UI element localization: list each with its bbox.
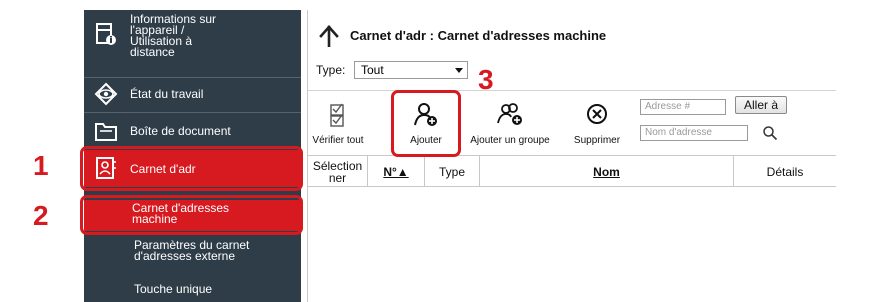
type-select[interactable]: Tout xyxy=(354,61,468,79)
column-type[interactable]: Type xyxy=(424,156,479,187)
back-arrow-icon[interactable] xyxy=(318,25,340,48)
delete-label: Supprimer xyxy=(573,135,621,146)
go-to-button[interactable]: Aller à xyxy=(735,96,787,114)
address-name-input[interactable]: Nom d'adresse xyxy=(640,125,748,141)
column-select[interactable]: Sélection ner xyxy=(308,156,367,187)
callout-number-2: 2 xyxy=(33,200,49,231)
callout-frame-2 xyxy=(80,195,303,235)
sidebar-item-label: Boîte de document xyxy=(130,124,231,138)
folder-icon xyxy=(94,119,118,143)
page-title: Carnet d'adr : Carnet d'adresses machine xyxy=(350,28,607,43)
type-label: Type: xyxy=(316,63,346,77)
eye-icon xyxy=(94,82,118,106)
sidebar-item-job-status[interactable]: État du travail xyxy=(84,78,301,111)
type-select-value: Tout xyxy=(361,63,384,77)
callout-number-1: 1 xyxy=(33,150,49,181)
table-body xyxy=(308,187,836,302)
sidebar-item-device-info[interactable]: Informations sur l'appareil / Utilisatio… xyxy=(84,10,301,76)
add-group-button[interactable]: Ajouter un groupe xyxy=(461,91,559,155)
add-group-icon xyxy=(497,103,522,125)
address-number-input[interactable]: Adresse # xyxy=(640,99,726,115)
add-group-label: Ajouter un groupe xyxy=(470,135,550,146)
column-name[interactable]: Nom xyxy=(479,156,733,187)
main-panel: Carnet d'adr : Carnet d'adresses machine… xyxy=(307,10,836,302)
check-all-label: Vérifier tout xyxy=(312,135,364,146)
title-row: Carnet d'adr : Carnet d'adresses machine xyxy=(308,20,836,50)
sidebar-subitem-one-touch-key[interactable]: Touche unique xyxy=(84,274,301,298)
callout-frame-3 xyxy=(391,90,461,157)
callout-number-3: 3 xyxy=(478,64,494,95)
sidebar-item-label: État du travail xyxy=(130,87,204,101)
delete-icon xyxy=(587,104,607,124)
sidebar-item-label: Informations sur l'appareil / Utilisatio… xyxy=(130,12,217,59)
callout-frame-1 xyxy=(80,146,303,191)
search-icon[interactable] xyxy=(762,125,778,141)
page: Informations sur l'appareil / Utilisatio… xyxy=(0,0,895,302)
device-info-icon xyxy=(94,22,118,46)
column-details: Détails xyxy=(733,156,836,187)
check-all-button[interactable]: Vérifier tout xyxy=(311,91,365,155)
delete-button[interactable]: Supprimer xyxy=(566,91,628,155)
sidebar-subitem-external-address-book[interactable]: Paramètres du carnet d'adresses externe xyxy=(84,238,301,266)
check-all-icon xyxy=(330,103,344,127)
chevron-down-icon xyxy=(455,68,463,73)
column-number[interactable]: N°▲ xyxy=(367,156,424,187)
table-header: Sélection ner N°▲ Type Nom Détails xyxy=(308,155,836,187)
sidebar-item-document-box[interactable]: Boîte de document xyxy=(84,113,301,147)
